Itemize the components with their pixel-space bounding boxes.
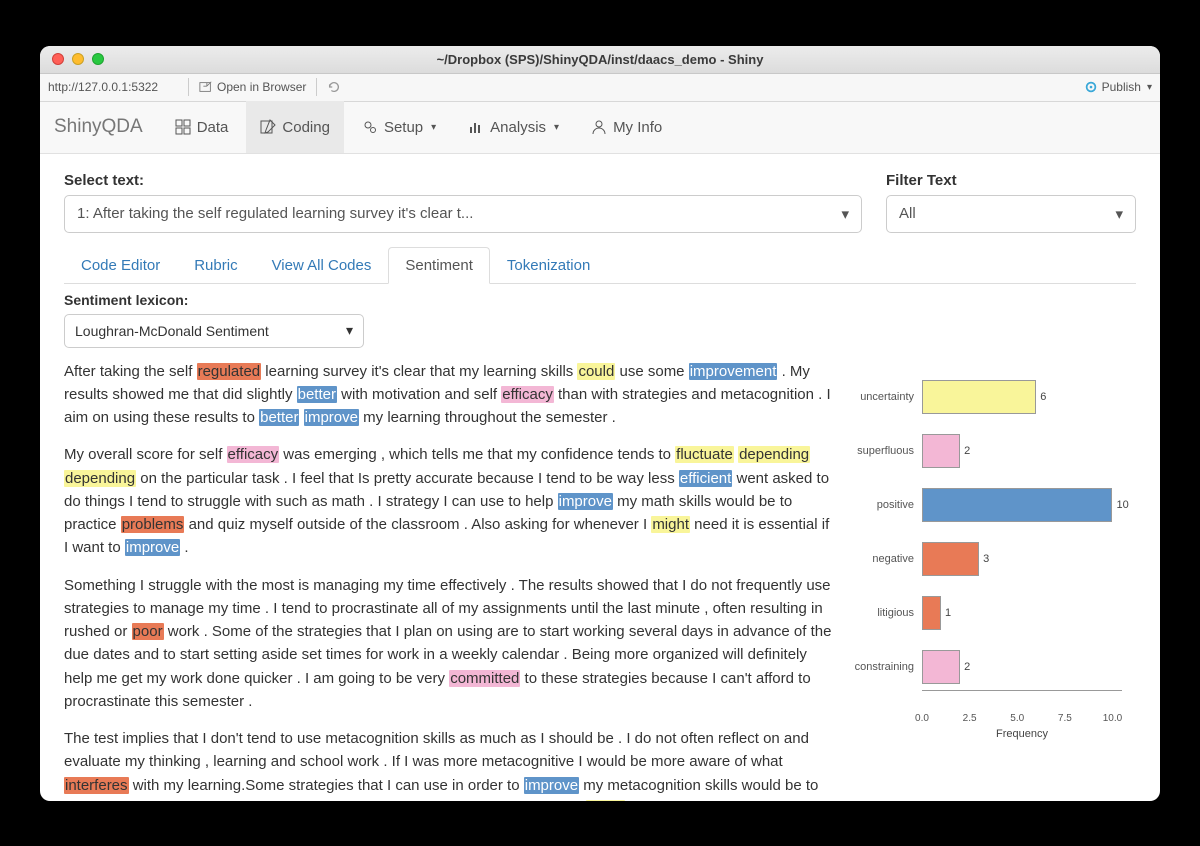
lexicon-label: Sentiment lexicon: [64, 292, 1136, 308]
tab-code-editor[interactable]: Code Editor [64, 247, 177, 284]
hl-positive: improve [558, 493, 613, 510]
hl-negative: interferes [64, 777, 129, 794]
sub-tabs: Code Editor Rubric View All Codes Sentim… [64, 247, 1136, 284]
tab-rubric[interactable]: Rubric [177, 247, 254, 284]
chart-bar-value: 2 [964, 661, 970, 673]
filter-text-label: Filter Text [886, 172, 1136, 189]
refresh-button[interactable] [327, 80, 341, 94]
open-in-browser-button[interactable]: Open in Browser [199, 80, 306, 94]
tab-sentiment[interactable]: Sentiment [388, 247, 490, 284]
tab-view-all-codes[interactable]: View All Codes [255, 247, 389, 284]
hl-uncertainty: depending [738, 446, 810, 463]
hl-positive: better [297, 386, 337, 403]
hl-uncertainty: fluctuate [675, 446, 734, 463]
paragraph-2: My overall score for self efficacy was e… [64, 443, 834, 559]
window-title: ~/Dropbox (SPS)/ShinyQDA/inst/daacs_demo… [40, 52, 1160, 67]
chart-x-tick: 7.5 [1058, 713, 1072, 724]
hl-negative: poor [132, 623, 164, 640]
chart-bar-value: 6 [1040, 391, 1046, 403]
nav-setup[interactable]: Setup ▾ [348, 101, 450, 153]
content-area: Select text: 1: After taking the self re… [40, 154, 1160, 801]
maximize-icon[interactable] [92, 53, 104, 65]
caret-down-icon: ▾ [554, 122, 559, 133]
lexicon-dropdown[interactable]: Loughran-McDonald Sentiment ▾ [64, 314, 364, 348]
chart-bar [922, 434, 960, 468]
chart-bar [922, 596, 941, 630]
address-bar[interactable]: http://127.0.0.1:5322 [48, 80, 178, 94]
minimize-icon[interactable] [72, 53, 84, 65]
chart-x-tick: 5.0 [1010, 713, 1024, 724]
edit-icon [260, 119, 276, 135]
caret-down-icon: ▾ [431, 122, 436, 133]
tab-tokenization[interactable]: Tokenization [490, 247, 607, 284]
chart-bar-value: 10 [1116, 499, 1128, 511]
hl-superfluous: committed [449, 670, 520, 687]
hl-superfluous: efficacy [501, 386, 554, 403]
chart-y-label: constraining [846, 661, 914, 673]
chart-x-tick: 0.0 [915, 713, 929, 724]
hl-positive: improve [524, 777, 579, 794]
grid-icon [175, 119, 191, 135]
nav-coding[interactable]: Coding [246, 101, 344, 153]
caret-down-icon: ▾ [346, 322, 353, 339]
nav-analysis[interactable]: Analysis ▾ [454, 101, 573, 153]
frequency-chart: uncertainty 6 superfluous 2 positive 10 negati… [844, 360, 1136, 801]
publish-button[interactable]: Publish ▾ [1084, 80, 1152, 94]
paragraph-4: The test implies that I don't tend to us… [64, 727, 834, 801]
chart-y-label: litigious [846, 607, 914, 619]
nav-myinfo[interactable]: My Info [577, 101, 676, 153]
hl-positive: better [259, 409, 299, 426]
chart-y-label: superfluous [846, 445, 914, 457]
browser-toolbar: http://127.0.0.1:5322 Open in Browser Pu… [40, 74, 1160, 102]
chart-x-tick: 2.5 [963, 713, 977, 724]
chart-y-label: uncertainty [846, 391, 914, 403]
hl-positive: improvement [689, 363, 778, 380]
hl-uncertainty: depending [64, 470, 136, 487]
chart-bar [922, 380, 1036, 414]
caret-down-icon: ▾ [1147, 82, 1152, 93]
chart-bar-value: 3 [983, 553, 989, 565]
annotated-text: After taking the self regulated learning… [64, 360, 834, 801]
hl-negative: problems [121, 516, 185, 533]
chart-bar [922, 542, 979, 576]
filter-text-dropdown[interactable]: All ▾ [886, 195, 1136, 233]
publish-icon [1084, 80, 1098, 94]
hl-uncertainty: might [651, 516, 690, 533]
chart-bar [922, 650, 960, 684]
close-icon[interactable] [52, 53, 64, 65]
nav-data[interactable]: Data [161, 101, 243, 153]
chart-y-label: positive [846, 499, 914, 511]
caret-down-icon: ▾ [841, 205, 849, 223]
hl-positive: efficient [679, 470, 732, 487]
app-brand: ShinyQDA [54, 116, 143, 138]
titlebar: ~/Dropbox (SPS)/ShinyQDA/inst/daacs_demo… [40, 46, 1160, 74]
paragraph-1: After taking the self regulated learning… [64, 360, 834, 430]
app-window: ~/Dropbox (SPS)/ShinyQDA/inst/daacs_demo… [40, 46, 1160, 801]
select-text-dropdown[interactable]: 1: After taking the self regulated learn… [64, 195, 862, 233]
chart-bar-value: 1 [945, 607, 951, 619]
user-icon [591, 119, 607, 135]
hl-positive: improve [125, 539, 180, 556]
hl-negative: regulated [197, 363, 262, 380]
hl-superfluous: efficacy [227, 446, 280, 463]
caret-down-icon: ▾ [1115, 205, 1123, 223]
hl-uncertainty: could [577, 363, 615, 380]
window-controls [52, 53, 104, 65]
main-nav: ShinyQDA Data Coding Setup ▾ Analysis ▾ … [40, 102, 1160, 154]
bar-chart-icon [468, 119, 484, 135]
hl-uncertainty: might [586, 800, 625, 801]
paragraph-3: Something I struggle with the most is ma… [64, 574, 834, 714]
chart-x-tick: 10.0 [1103, 713, 1122, 724]
chart-y-label: negative [846, 553, 914, 565]
chart-x-label: Frequency [996, 728, 1048, 740]
hl-positive: improve [304, 409, 359, 426]
chart-bar-value: 2 [964, 445, 970, 457]
chart-bar [922, 488, 1112, 522]
gears-icon [362, 119, 378, 135]
select-text-label: Select text: [64, 172, 862, 189]
refresh-icon [327, 80, 341, 94]
external-link-icon [199, 80, 213, 94]
